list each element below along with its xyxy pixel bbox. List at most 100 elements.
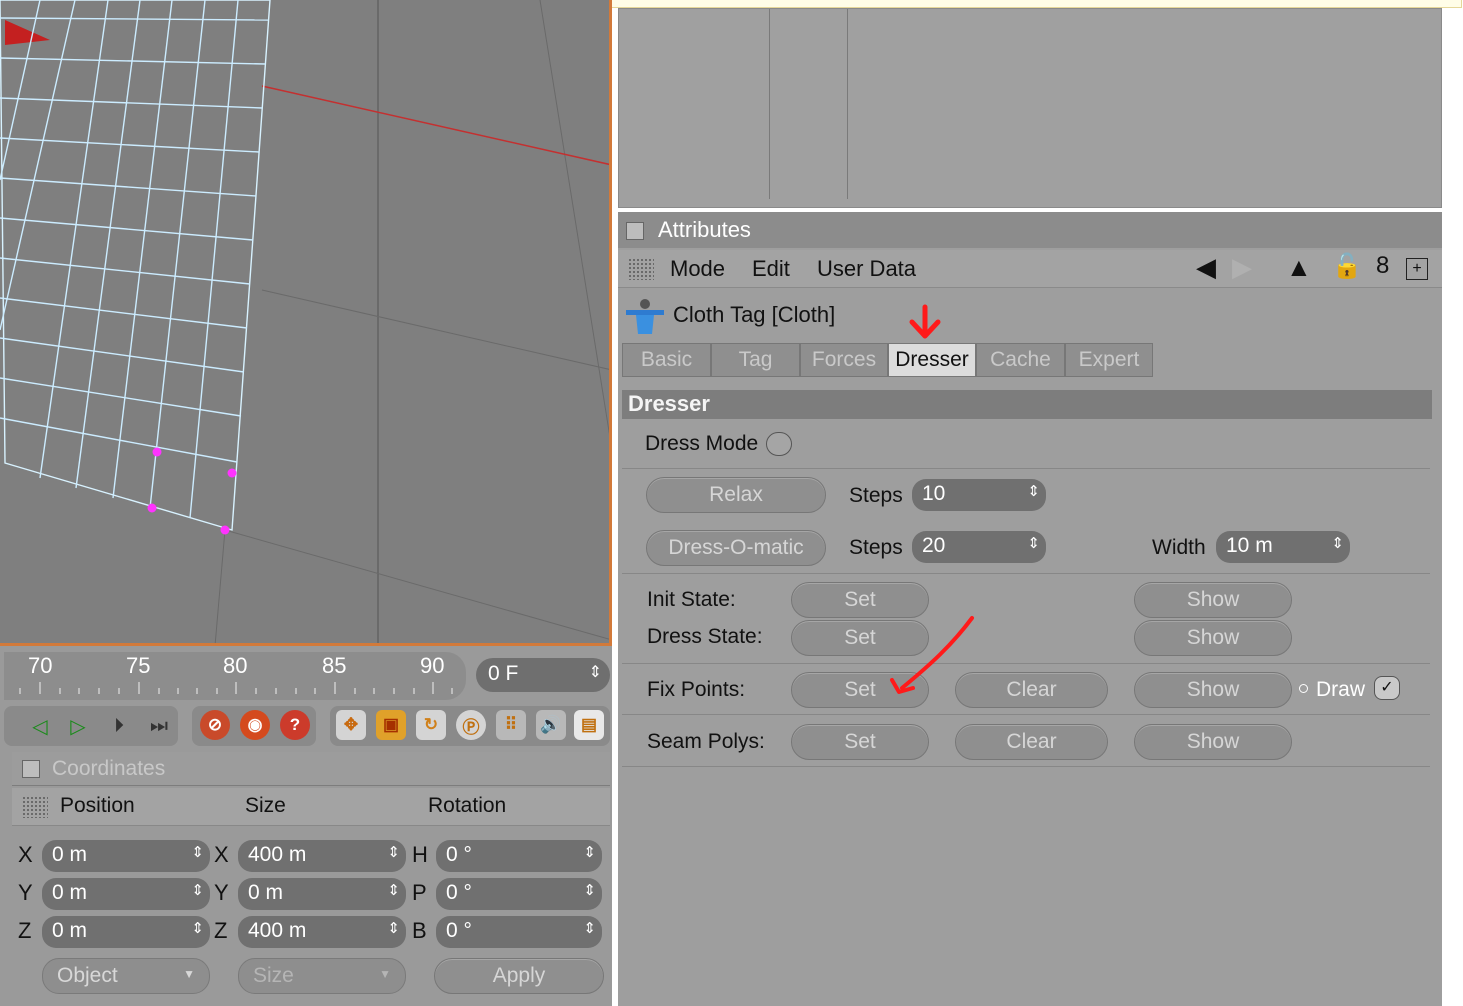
- dress-state-set-button[interactable]: Set: [791, 620, 929, 656]
- viewport-3d[interactable]: [0, 0, 612, 646]
- tab-basic[interactable]: Basic: [622, 343, 711, 377]
- attributes-toggle-checkbox[interactable]: [626, 222, 644, 240]
- position-z-field[interactable]: 0 m ⇕: [42, 916, 210, 948]
- clear-label: Clear: [1006, 678, 1057, 701]
- draw-label: Draw: [1316, 678, 1366, 701]
- tab-forces[interactable]: Forces: [800, 343, 888, 377]
- parameter-key-icon[interactable]: Ⓟ: [456, 710, 486, 740]
- section-title-label: Dresser: [628, 391, 710, 416]
- rotation-p-field[interactable]: 0 ° ⇕: [436, 878, 602, 910]
- fix-points-set-button[interactable]: Set: [791, 672, 929, 708]
- grip-icon[interactable]: [22, 796, 48, 818]
- chevron-down-icon: ▼: [183, 967, 195, 981]
- init-state-label: Init State:: [647, 588, 736, 611]
- dressomatic-steps-field[interactable]: 20 ⇕: [912, 531, 1046, 563]
- size-z-field[interactable]: 400 m ⇕: [238, 916, 406, 948]
- spin-arrows-icon[interactable]: ⇕: [589, 662, 602, 682]
- apply-button[interactable]: Apply: [434, 958, 604, 994]
- coordinate-mode-value: Object: [57, 964, 118, 987]
- keyframe-selection-icon[interactable]: ?: [280, 710, 310, 740]
- fix-points-clear-button[interactable]: Clear: [955, 672, 1108, 708]
- go-to-end-icon[interactable]: ⏭: [144, 708, 174, 744]
- draw-bullet-icon: [1299, 684, 1308, 693]
- lock-icon[interactable]: 🔓: [1332, 252, 1362, 281]
- rotation-b-value: 0 °: [446, 919, 472, 942]
- attributes-header[interactable]: Attributes: [618, 212, 1442, 248]
- size-axis-label: X: [214, 842, 229, 867]
- new-panel-icon[interactable]: +: [1406, 258, 1428, 280]
- up-arrow-icon[interactable]: ▲: [1286, 252, 1312, 283]
- size-mode-select[interactable]: Size ▼: [238, 958, 406, 994]
- seam-polys-show-button[interactable]: Show: [1134, 724, 1292, 760]
- rotation-b-field[interactable]: 0 ° ⇕: [436, 916, 602, 948]
- dress-mode-toggle[interactable]: [766, 432, 792, 456]
- init-state-set-button[interactable]: Set: [791, 582, 929, 618]
- position-x-field[interactable]: 0 m ⇕: [42, 840, 210, 872]
- spin-arrows-icon[interactable]: ⇕: [191, 881, 204, 899]
- scheme-icon[interactable]: ▤: [574, 710, 604, 740]
- coordinate-mode-select[interactable]: Object ▼: [42, 958, 210, 994]
- attributes-panel: [618, 212, 1442, 1006]
- viewport-canvas[interactable]: [0, 0, 612, 646]
- tab-expert[interactable]: Expert: [1065, 343, 1153, 377]
- spin-arrows-icon[interactable]: ⇕: [1027, 482, 1040, 500]
- play-backward-icon[interactable]: ◁: [28, 708, 52, 744]
- spin-arrows-icon[interactable]: ⇕: [583, 843, 596, 861]
- tab-cache[interactable]: Cache: [976, 343, 1065, 377]
- dress-o-matic-label: Dress-O-matic: [668, 536, 804, 559]
- init-state-show-button[interactable]: Show: [1134, 582, 1292, 618]
- position-y-value: 0 m: [52, 881, 88, 904]
- size-column-label: Size: [245, 794, 286, 817]
- object-manager-area[interactable]: [618, 8, 1442, 208]
- spin-arrows-icon[interactable]: ⇕: [387, 919, 400, 937]
- coordinates-toggle-checkbox[interactable]: [22, 760, 40, 778]
- width-field[interactable]: 10 m ⇕: [1216, 531, 1350, 563]
- clear-label: Clear: [1006, 730, 1057, 753]
- relax-button[interactable]: Relax: [646, 477, 826, 513]
- play-forward-icon[interactable]: ▷: [66, 708, 90, 744]
- chain-icon[interactable]: 8: [1376, 252, 1389, 280]
- relax-steps-field[interactable]: 10 ⇕: [912, 479, 1046, 511]
- tab-tag[interactable]: Tag: [711, 343, 800, 377]
- menu-mode[interactable]: Mode: [670, 256, 725, 282]
- back-arrow-icon[interactable]: ◀: [1196, 252, 1216, 283]
- seam-polys-set-button[interactable]: Set: [791, 724, 929, 760]
- relax-label: Relax: [709, 483, 763, 506]
- spin-arrows-icon[interactable]: ⇕: [1331, 534, 1344, 552]
- pla-key-icon[interactable]: ⠿: [496, 710, 526, 740]
- rotate-key-icon[interactable]: ↻: [416, 710, 446, 740]
- spin-arrows-icon[interactable]: ⇕: [387, 881, 400, 899]
- rotation-h-field[interactable]: 0 ° ⇕: [436, 840, 602, 872]
- autokey-icon[interactable]: ◉: [240, 710, 270, 740]
- record-icon[interactable]: ⊘: [200, 710, 230, 740]
- size-x-field[interactable]: 400 m ⇕: [238, 840, 406, 872]
- spin-arrows-icon[interactable]: ⇕: [191, 919, 204, 937]
- menu-edit[interactable]: Edit: [752, 256, 790, 282]
- grip-icon[interactable]: [628, 258, 654, 280]
- tab-dresser[interactable]: Dresser: [888, 343, 976, 377]
- forward-arrow-icon[interactable]: ▶: [1232, 252, 1252, 283]
- position-y-field[interactable]: 0 m ⇕: [42, 878, 210, 910]
- draw-checkbox[interactable]: ✓: [1374, 676, 1400, 700]
- timeline-tick: 75: [126, 653, 151, 678]
- width-label: Width: [1152, 536, 1206, 559]
- seam-polys-clear-button[interactable]: Clear: [955, 724, 1108, 760]
- size-y-field[interactable]: 0 m ⇕: [238, 878, 406, 910]
- spin-arrows-icon[interactable]: ⇕: [387, 843, 400, 861]
- dress-o-matic-button[interactable]: Dress-O-matic: [646, 530, 826, 566]
- move-key-icon[interactable]: ✥: [336, 710, 366, 740]
- menu-user-data[interactable]: User Data: [817, 256, 916, 282]
- spin-arrows-icon[interactable]: ⇕: [583, 919, 596, 937]
- sound-icon[interactable]: 🔊: [536, 710, 566, 740]
- spin-arrows-icon[interactable]: ⇕: [191, 843, 204, 861]
- next-frame-icon[interactable]: ⏵: [106, 708, 132, 744]
- scale-key-icon[interactable]: ▣: [376, 710, 406, 740]
- coordinates-header[interactable]: Coordinates: [12, 752, 610, 786]
- section-title: Dresser: [622, 390, 1432, 419]
- current-frame-field[interactable]: 0 F ⇕: [476, 658, 610, 692]
- spin-arrows-icon[interactable]: ⇕: [583, 881, 596, 899]
- spin-arrows-icon[interactable]: ⇕: [1027, 534, 1040, 552]
- dress-state-label: Dress State:: [647, 625, 763, 648]
- fix-points-show-button[interactable]: Show: [1134, 672, 1292, 708]
- dress-state-show-button[interactable]: Show: [1134, 620, 1292, 656]
